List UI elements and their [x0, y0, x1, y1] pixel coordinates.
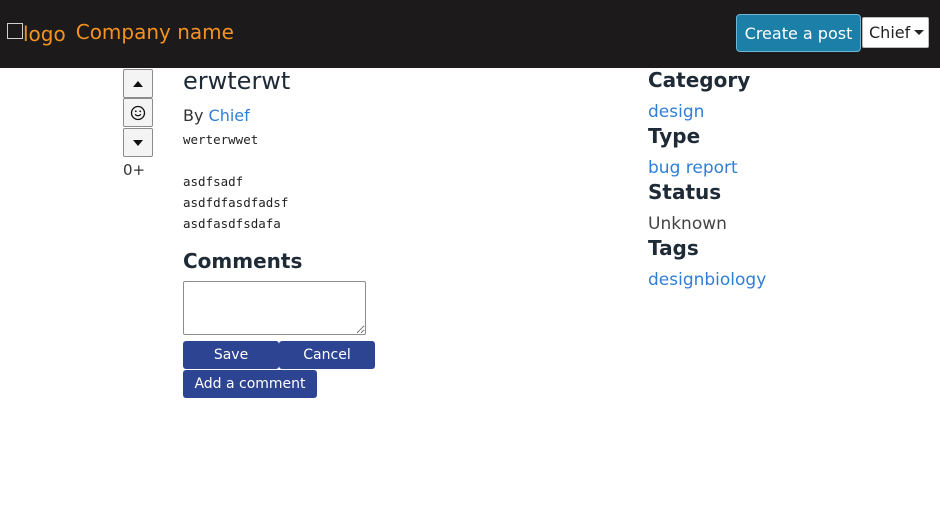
- post-byline: By Chief: [183, 106, 250, 125]
- downvote-button[interactable]: [123, 128, 153, 157]
- post-body: werterwwet asdfsadf asdfdfasdfadsf asdfa…: [183, 132, 289, 231]
- author-link[interactable]: Chief: [209, 106, 250, 125]
- broken-image-icon: [7, 23, 23, 39]
- reaction-button[interactable]: [123, 98, 153, 127]
- logo-image[interactable]: logo: [7, 20, 66, 46]
- brand[interactable]: logo Company name: [7, 20, 234, 46]
- type-heading: Type: [648, 124, 701, 148]
- company-name[interactable]: Company name: [76, 20, 234, 44]
- add-comment-button[interactable]: Add a comment: [183, 370, 317, 398]
- vote-count: 0+: [123, 161, 146, 179]
- save-button[interactable]: Save: [183, 341, 279, 369]
- logo-alt-text: logo: [23, 22, 66, 46]
- post-title: erwterwt: [183, 67, 291, 95]
- tags-link[interactable]: designbiology: [648, 270, 766, 290]
- comment-textarea[interactable]: [183, 281, 366, 335]
- user-menu-label: Chief: [869, 23, 911, 42]
- create-post-button[interactable]: Create a post: [736, 14, 861, 52]
- byline-prefix: By: [183, 106, 204, 125]
- status-value: Unknown: [648, 214, 727, 234]
- tags-heading: Tags: [648, 236, 699, 260]
- upvote-button[interactable]: [123, 69, 153, 98]
- user-menu-dropdown[interactable]: Chief: [862, 17, 929, 48]
- status-heading: Status: [648, 180, 722, 204]
- category-link[interactable]: design: [648, 102, 704, 122]
- type-link[interactable]: bug report: [648, 158, 738, 178]
- triangle-up-icon: [133, 80, 143, 87]
- top-navbar: logo Company name Create a post Chief: [0, 0, 940, 68]
- cancel-button[interactable]: Cancel: [279, 341, 375, 369]
- triangle-down-icon: [133, 139, 143, 146]
- smiley-icon: [130, 105, 146, 120]
- category-heading: Category: [648, 68, 751, 92]
- comments-heading: Comments: [183, 249, 303, 273]
- caret-down-icon: [914, 30, 925, 35]
